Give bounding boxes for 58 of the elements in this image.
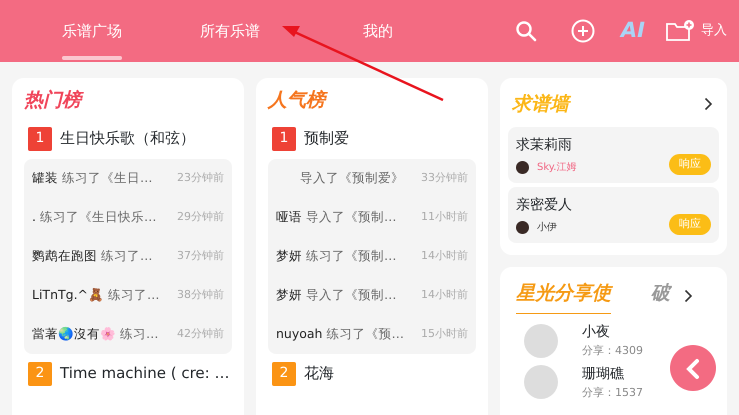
activity-text: 罐装 练习了《生日… (32, 168, 154, 187)
activity-text: 鹦鹉在跑图 练习了… (32, 246, 154, 265)
section-tab[interactable]: 星光分享使 (516, 278, 611, 314)
sharer-name: 小夜 (582, 323, 611, 342)
chevron-right-icon[interactable] (704, 97, 713, 112)
song-title[interactable]: Time machine ( cre: … (60, 362, 230, 385)
respond-button[interactable]: 响应 (669, 214, 711, 234)
ai-label[interactable]: AI (620, 15, 645, 47)
activity-time: 38分钟前 (177, 286, 224, 303)
chevron-right-icon[interactable] (684, 289, 693, 304)
activity-text: . 练习了《生日快乐… (32, 208, 158, 226)
activity-text: LiTnTg.^🧸 练习了… (32, 286, 160, 304)
rank-badge: 2 (28, 362, 52, 386)
request-card[interactable]: 亲密爱人 小伊 响应 (508, 186, 719, 242)
activity-text: 哑语 导入了《预制… (276, 208, 398, 226)
song-title[interactable]: 生日快乐歌（和弦） (60, 127, 195, 150)
activity-text: nuyoah 练习了《预… (276, 324, 405, 343)
folder-add-icon[interactable] (665, 19, 695, 43)
import-button[interactable]: 导入 (701, 21, 727, 41)
section-tab[interactable]: 破 (651, 279, 670, 314)
activity-text: 梦妍 导入了《预制… (276, 286, 398, 304)
song-title[interactable]: 花海 (304, 362, 334, 385)
activity-time: 11小时前 (421, 208, 468, 225)
tab[interactable]: 所有乐谱 (200, 0, 260, 62)
rank-badge: 1 (28, 126, 52, 150)
song-title[interactable]: 预制爱 (304, 127, 349, 150)
user-name: Sky.江姆 (537, 160, 576, 174)
rank-badge: 2 (272, 362, 296, 386)
avatar (524, 324, 558, 358)
activity-time: 29分钟前 (177, 208, 224, 225)
activity-time: 23分钟前 (177, 170, 224, 186)
activity-time: 14小时前 (421, 248, 468, 264)
chevron-left-icon (685, 358, 701, 380)
tab[interactable]: 我的 (363, 0, 393, 62)
sharer-name: 珊瑚礁 (582, 364, 625, 384)
user-name: 小伊 (537, 220, 557, 234)
share-count: 分享：4309 (582, 343, 643, 359)
search-icon[interactable] (514, 20, 537, 42)
request-card[interactable]: 求茉莉雨 Sky.江姆 响应 (508, 126, 719, 182)
section-title: 求谱墙 (512, 90, 569, 118)
request-title: 亲密爱人 (516, 196, 573, 214)
activity-time: 15小时前 (421, 326, 468, 342)
activity-time: 42分钟前 (177, 326, 224, 342)
activity-time: 14小时前 (421, 286, 468, 303)
respond-button[interactable]: 响应 (669, 154, 711, 174)
tab[interactable]: 乐谱广场 (62, 0, 122, 62)
activity-time: 37分钟前 (177, 248, 224, 264)
request-title: 求茉莉雨 (516, 136, 573, 154)
activity-text: 當著🌏沒有🌸 练习… (32, 324, 160, 343)
activity-text: 梦妍 练习了《预制… (276, 246, 398, 265)
rank-badge: 1 (272, 126, 296, 150)
avatar (516, 220, 529, 234)
avatar (516, 160, 529, 174)
avatar (524, 365, 558, 400)
activity-time: 33分钟前 (421, 170, 468, 186)
share-count: 分享：1537 (582, 384, 643, 400)
add-icon[interactable] (570, 19, 595, 43)
activity-text: 导入了《预制爱》 (299, 168, 405, 187)
